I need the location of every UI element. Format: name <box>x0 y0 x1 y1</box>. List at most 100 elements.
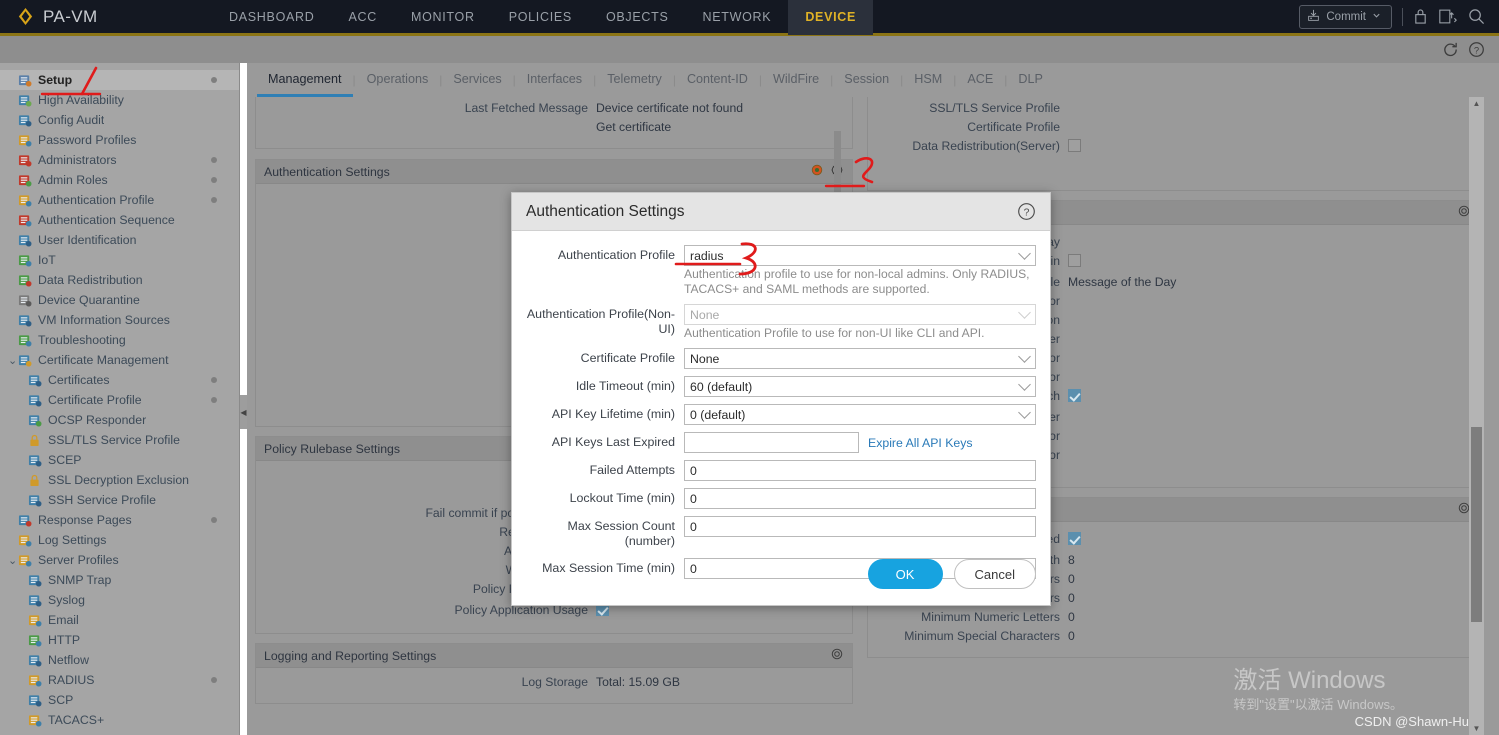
checkbox-allow-do-not-display-again[interactable] <box>1068 254 1081 267</box>
certificate-profile-select[interactable] <box>684 348 1036 369</box>
ok-button[interactable]: OK <box>867 559 943 589</box>
checkbox-banner-header-footer-match[interactable] <box>1068 389 1081 402</box>
nav-acc[interactable]: ACC <box>331 0 394 35</box>
sidebar-item-scep[interactable]: SCEP <box>0 450 239 470</box>
idle-timeout-select[interactable] <box>684 376 1036 397</box>
sidebar-item-high-availability[interactable]: High Availability <box>0 90 239 110</box>
sidebar-item-config-audit[interactable]: Config Audit <box>0 110 239 130</box>
refresh-icon[interactable] <box>1442 41 1459 58</box>
get-certificate-link[interactable]: Get certificate <box>596 120 671 134</box>
tab-interfaces[interactable]: Interfaces <box>516 64 593 97</box>
sidebar-item-user-identification[interactable]: User Identification <box>0 230 239 250</box>
sidebar-item-vm-information-sources[interactable]: VM Information Sources <box>0 310 239 330</box>
commit-button[interactable]: Commit <box>1299 4 1392 29</box>
sidebar-item-tacacs[interactable]: TACACS+ <box>0 710 239 730</box>
value-wrap-allow-do-not-display-again <box>1068 254 1081 270</box>
certificates-icon <box>26 373 43 388</box>
nav-policies[interactable]: POLICIES <box>492 0 589 35</box>
chevron-down-icon[interactable]: ⌄ <box>8 354 17 367</box>
cancel-button[interactable]: Cancel <box>953 559 1036 589</box>
sidebar-item-ocsp-responder[interactable]: OCSP Responder <box>0 410 239 430</box>
sidebar-item-syslog[interactable]: Syslog <box>0 590 239 610</box>
api-key-lifetime-select[interactable] <box>684 404 1036 425</box>
field-lockout-time: Lockout Time (min) <box>526 488 1036 509</box>
sidebar-item-label: TACACS+ <box>48 713 105 727</box>
help-icon[interactable]: ? <box>1017 202 1036 221</box>
sidebar-item-email[interactable]: Email <box>0 610 239 630</box>
sidebar-item-certificate-management[interactable]: ⌄ Certificate Management <box>0 350 239 370</box>
tab-session[interactable]: Session <box>833 64 900 97</box>
upload-download-icon[interactable] <box>1438 8 1458 25</box>
auth-profile-nonui-select[interactable] <box>684 304 1036 325</box>
tab-services[interactable]: Services <box>442 64 512 97</box>
nav-monitor[interactable]: MONITOR <box>394 0 492 35</box>
sidebar-item-label: Device Quarantine <box>38 293 140 307</box>
sidebar-item-server-profiles[interactable]: ⌄ Server Profiles <box>0 550 239 570</box>
sidebar-item-password-profiles[interactable]: Password Profiles <box>0 130 239 150</box>
sidebar-item-scp[interactable]: SCP <box>0 690 239 710</box>
api-keys-last-expired-input[interactable] <box>684 432 859 453</box>
max-session-count-input[interactable] <box>684 516 1036 537</box>
lock-icon[interactable] <box>1413 8 1428 25</box>
sidebar-item-data-redistribution[interactable]: Data Redistribution <box>0 270 239 290</box>
tab-wildfire[interactable]: WildFire <box>762 64 830 97</box>
chevron-down-icon[interactable]: ⌄ <box>8 554 17 567</box>
logging-reporting-body: Log Storage Total: 15.09 GB <box>256 668 852 703</box>
sidebar-item-authentication-sequence[interactable]: Authentication Sequence <box>0 210 239 230</box>
sidebar-item-http[interactable]: HTTP <box>0 630 239 650</box>
sidebar-item-certificates[interactable]: Certificates <box>0 370 239 390</box>
tab-hsm[interactable]: HSM <box>903 64 953 97</box>
failed-attempts-input[interactable] <box>684 460 1036 481</box>
scroll-up-arrow-icon[interactable]: ▲ <box>1469 97 1484 110</box>
sidebar-item-troubleshooting[interactable]: Troubleshooting <box>0 330 239 350</box>
sidebar-item-admin-roles[interactable]: Admin Roles <box>0 170 239 190</box>
auth-profile-select[interactable] <box>684 245 1036 266</box>
sidebar-item-authentication-profile[interactable]: Authentication Profile <box>0 190 239 210</box>
sidebar-item-device-quarantine[interactable]: Device Quarantine <box>0 290 239 310</box>
radius-icon <box>26 673 43 688</box>
chevron-down-icon <box>1372 11 1381 23</box>
tab-dlp[interactable]: DLP <box>1007 64 1054 97</box>
nav-device[interactable]: DEVICE <box>788 0 874 35</box>
row-data-redistribution-server: Data Redistribution(Server) <box>878 139 1469 155</box>
row-certificate-profile: Certificate Profile <box>878 120 1469 134</box>
lockout-time-input[interactable] <box>684 488 1036 509</box>
sidebar-item-administrators[interactable]: Administrators <box>0 150 239 170</box>
help-icon[interactable]: ? <box>1468 41 1485 58</box>
value-data-redistribution-server <box>1068 139 1081 155</box>
sidebar-item-certificate-profile[interactable]: Certificate Profile <box>0 390 239 410</box>
sidebar-item-snmp-trap[interactable]: SNMP Trap <box>0 570 239 590</box>
sidebar-item-label: Server Profiles <box>38 553 119 567</box>
sidebar-item-label: Setup <box>38 73 73 87</box>
nav-dashboard[interactable]: DASHBOARD <box>212 0 331 35</box>
sidebar-item-ssl-tls-service-profile[interactable]: SSL/TLS Service Profile <box>0 430 239 450</box>
hint-auth-profile-nonui: Authentication Profile to use for non-UI… <box>684 326 985 340</box>
tab-ace[interactable]: ACE <box>956 64 1004 97</box>
sidebar-item-log-settings[interactable]: Log Settings <box>0 530 239 550</box>
checkbox-data-redistribution-server[interactable] <box>1068 139 1081 152</box>
sidebar-item-radius[interactable]: RADIUS <box>0 670 239 690</box>
gear-icon[interactable] <box>830 647 844 664</box>
scroll-down-arrow-icon[interactable]: ▼ <box>1469 722 1484 735</box>
sidebar-item-label: Log Settings <box>38 533 107 547</box>
sidebar-item-ssl-decryption-exclusion[interactable]: SSL Decryption Exclusion <box>0 470 239 490</box>
right-pane-scroll-thumb[interactable] <box>1471 427 1482 622</box>
tab-management[interactable]: Management <box>257 64 353 97</box>
label-certificate-profile: Certificate Profile <box>580 351 675 365</box>
tab-telemetry[interactable]: Telemetry <box>596 64 673 97</box>
expire-all-api-keys-link[interactable]: Expire All API Keys <box>868 436 973 450</box>
right-pane-scrollbar[interactable]: ▲ ▼ <box>1469 97 1484 735</box>
sidebar-item-ssh-service-profile[interactable]: SSH Service Profile <box>0 490 239 510</box>
sidebar-item-iot[interactable]: IoT <box>0 250 239 270</box>
tab-operations[interactable]: Operations <box>356 64 440 97</box>
search-icon[interactable] <box>1468 8 1485 25</box>
checkbox-enabled[interactable] <box>1068 532 1081 545</box>
sidebar-item-netflow[interactable]: Netflow <box>0 650 239 670</box>
sidebar-item-setup[interactable]: Setup <box>0 70 239 90</box>
authentication-settings-dialog: Authentication Settings ? Authentication… <box>511 192 1051 606</box>
nav-objects[interactable]: OBJECTS <box>589 0 686 35</box>
sidebar-item-response-pages[interactable]: Response Pages <box>0 510 239 530</box>
tab-content-id[interactable]: Content-ID <box>676 64 759 97</box>
sidebar-collapse-handle[interactable]: ◀ <box>240 395 247 429</box>
nav-network[interactable]: NETWORK <box>686 0 789 35</box>
